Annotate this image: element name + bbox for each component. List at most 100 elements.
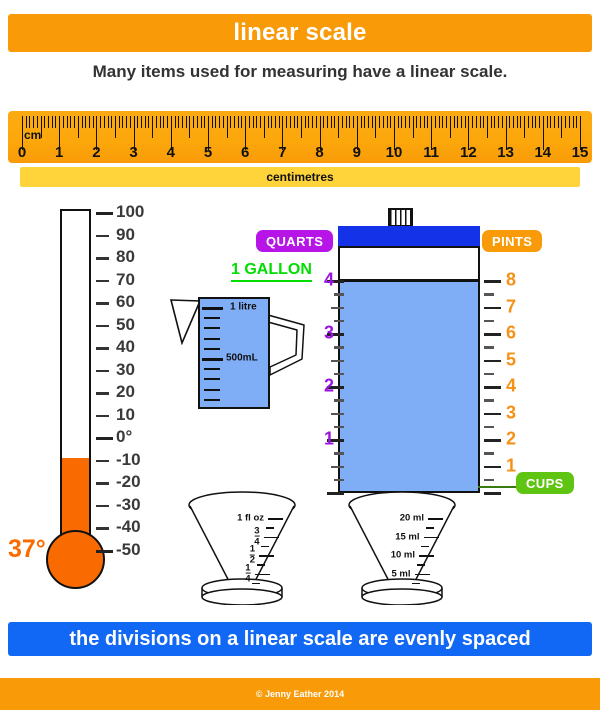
ruler-tick-minor — [174, 116, 176, 128]
thermometer-tick — [96, 324, 109, 328]
ruler-tick-minor — [274, 116, 276, 128]
thermometer-scale-label: -10 — [116, 449, 141, 469]
ruler-number: 10 — [385, 144, 403, 161]
ruler-tick-minor — [62, 116, 64, 128]
ruler-tick-minor — [438, 116, 440, 128]
thermometer-tick — [96, 347, 109, 350]
thermometer: 100 90 80 70 60 50 40 30 20 10 0° -10 -20 -30 -40 -50 3… — [0, 195, 175, 615]
ruler-tick-minor — [427, 116, 429, 128]
ruler-tick-minor — [420, 116, 422, 128]
ruler-tick-minor — [360, 116, 362, 128]
jug-tick — [204, 398, 220, 401]
ruler-tick-minor — [33, 116, 35, 128]
thermometer-tick — [96, 257, 109, 260]
jug-tick — [204, 337, 220, 340]
ruler-tick-minor — [367, 116, 369, 128]
ruler-tick-minor — [524, 116, 526, 138]
pints-tick-minor — [484, 346, 494, 349]
pints-number: 4 — [506, 375, 517, 396]
ruler-tick-minor — [286, 116, 288, 128]
ruler-tick-minor — [204, 116, 206, 128]
cone-tick-minor — [265, 527, 274, 529]
cone-scale-label: 14 — [245, 562, 251, 585]
pints-tick-minor — [484, 372, 494, 376]
ruler-tick-minor — [315, 116, 317, 128]
thermometer-tick — [96, 392, 109, 395]
quarts-number: 3 — [323, 322, 334, 343]
thermometer-scale-label: -50 — [116, 540, 141, 559]
jug-tick — [204, 378, 220, 381]
ruler-tick-minor — [460, 116, 462, 128]
ruler-tick-minor — [100, 116, 102, 128]
ruler-tick-minor — [70, 116, 72, 128]
ruler-tick-minor — [77, 116, 79, 138]
ruler-tick-minor — [237, 116, 239, 128]
ruler-tick-minor — [382, 116, 384, 128]
quarts-tick-minor — [334, 425, 344, 429]
thermometer-tick — [96, 279, 109, 283]
tank-water-fill — [340, 281, 478, 491]
quarts-badge: QUARTS — [256, 230, 334, 252]
jug-tick — [204, 388, 220, 391]
ruler-tick-minor — [141, 116, 143, 128]
ruler-tick-minor — [248, 116, 250, 128]
thermometer-tick — [96, 527, 109, 530]
ruler-number: 1 — [55, 144, 64, 161]
ruler-tick-minor — [453, 116, 455, 128]
ruler-tick-minor — [222, 116, 224, 128]
ruler-tick-minor — [546, 116, 548, 128]
cone-tick-major — [428, 518, 443, 520]
pints-number: 1 — [506, 455, 517, 475]
thermometer-scale-label: -30 — [116, 494, 141, 514]
ruler-tick-minor — [516, 116, 518, 128]
ruler-tick-minor — [148, 116, 150, 128]
ruler-tick-minor — [293, 116, 295, 128]
ruler-tick-minor — [111, 116, 113, 128]
ruler-tick-minor — [74, 116, 76, 128]
ruler-number: 6 — [241, 144, 250, 161]
ruler-tick-minor — [479, 116, 481, 128]
summary-banner: the divisions on a linear scale are even… — [8, 622, 592, 656]
thermometer-tick — [96, 414, 109, 418]
quarts-number: 4 — [323, 269, 334, 290]
ruler-tick-minor — [557, 116, 559, 128]
ruler-number: 14 — [534, 144, 552, 161]
quarts-tick-minor — [334, 478, 344, 482]
thermometer-bulb — [46, 530, 105, 589]
ruler-tick-minor — [122, 116, 124, 128]
cone-tick-major — [259, 555, 274, 557]
pints-tick-minor — [484, 425, 494, 429]
jug-scale-label: 500mL — [226, 352, 258, 364]
ruler-tick-minor — [103, 116, 105, 128]
pints-number: 6 — [506, 322, 517, 343]
ruler-tick-minor — [25, 116, 27, 128]
pints-tick-minor — [484, 293, 494, 296]
ruler-tick-minor — [189, 116, 191, 138]
ruler-number: 0 — [17, 144, 27, 161]
ruler-tick-minor — [513, 116, 515, 128]
cone-scale-label: 10 ml — [390, 549, 415, 561]
pints-tick-major — [484, 306, 501, 309]
cone-tick-major — [423, 536, 439, 538]
ruler-number: 7 — [278, 144, 287, 161]
thermometer-scale-label: 90 — [116, 224, 135, 244]
ruler-tick-minor — [434, 116, 436, 128]
ruler-tick-minor — [200, 116, 202, 128]
ruler-tick-minor — [375, 116, 377, 138]
quarts-tick-minor — [334, 346, 344, 349]
ruler-tick-minor — [219, 116, 221, 128]
ruler-tick-minor — [193, 116, 195, 128]
ruler-tick-minor — [353, 116, 355, 128]
ruler-tick-minor — [535, 116, 537, 128]
ruler-tick-minor — [412, 116, 414, 138]
ruler-tick-minor — [416, 116, 418, 128]
ruler-tick-minor — [167, 116, 169, 128]
ruler-tick-minor — [553, 116, 555, 128]
ruler-tick-minor — [349, 116, 351, 128]
ruler-tick-minor — [408, 116, 410, 128]
ruler-number: 5 — [203, 144, 213, 161]
ruler-number: 11 — [423, 144, 440, 161]
diagram-canvas: linear scale Many items used for measuri… — [0, 0, 600, 710]
pints-tick-major — [484, 412, 501, 415]
quarts-tick-minor — [334, 319, 344, 323]
